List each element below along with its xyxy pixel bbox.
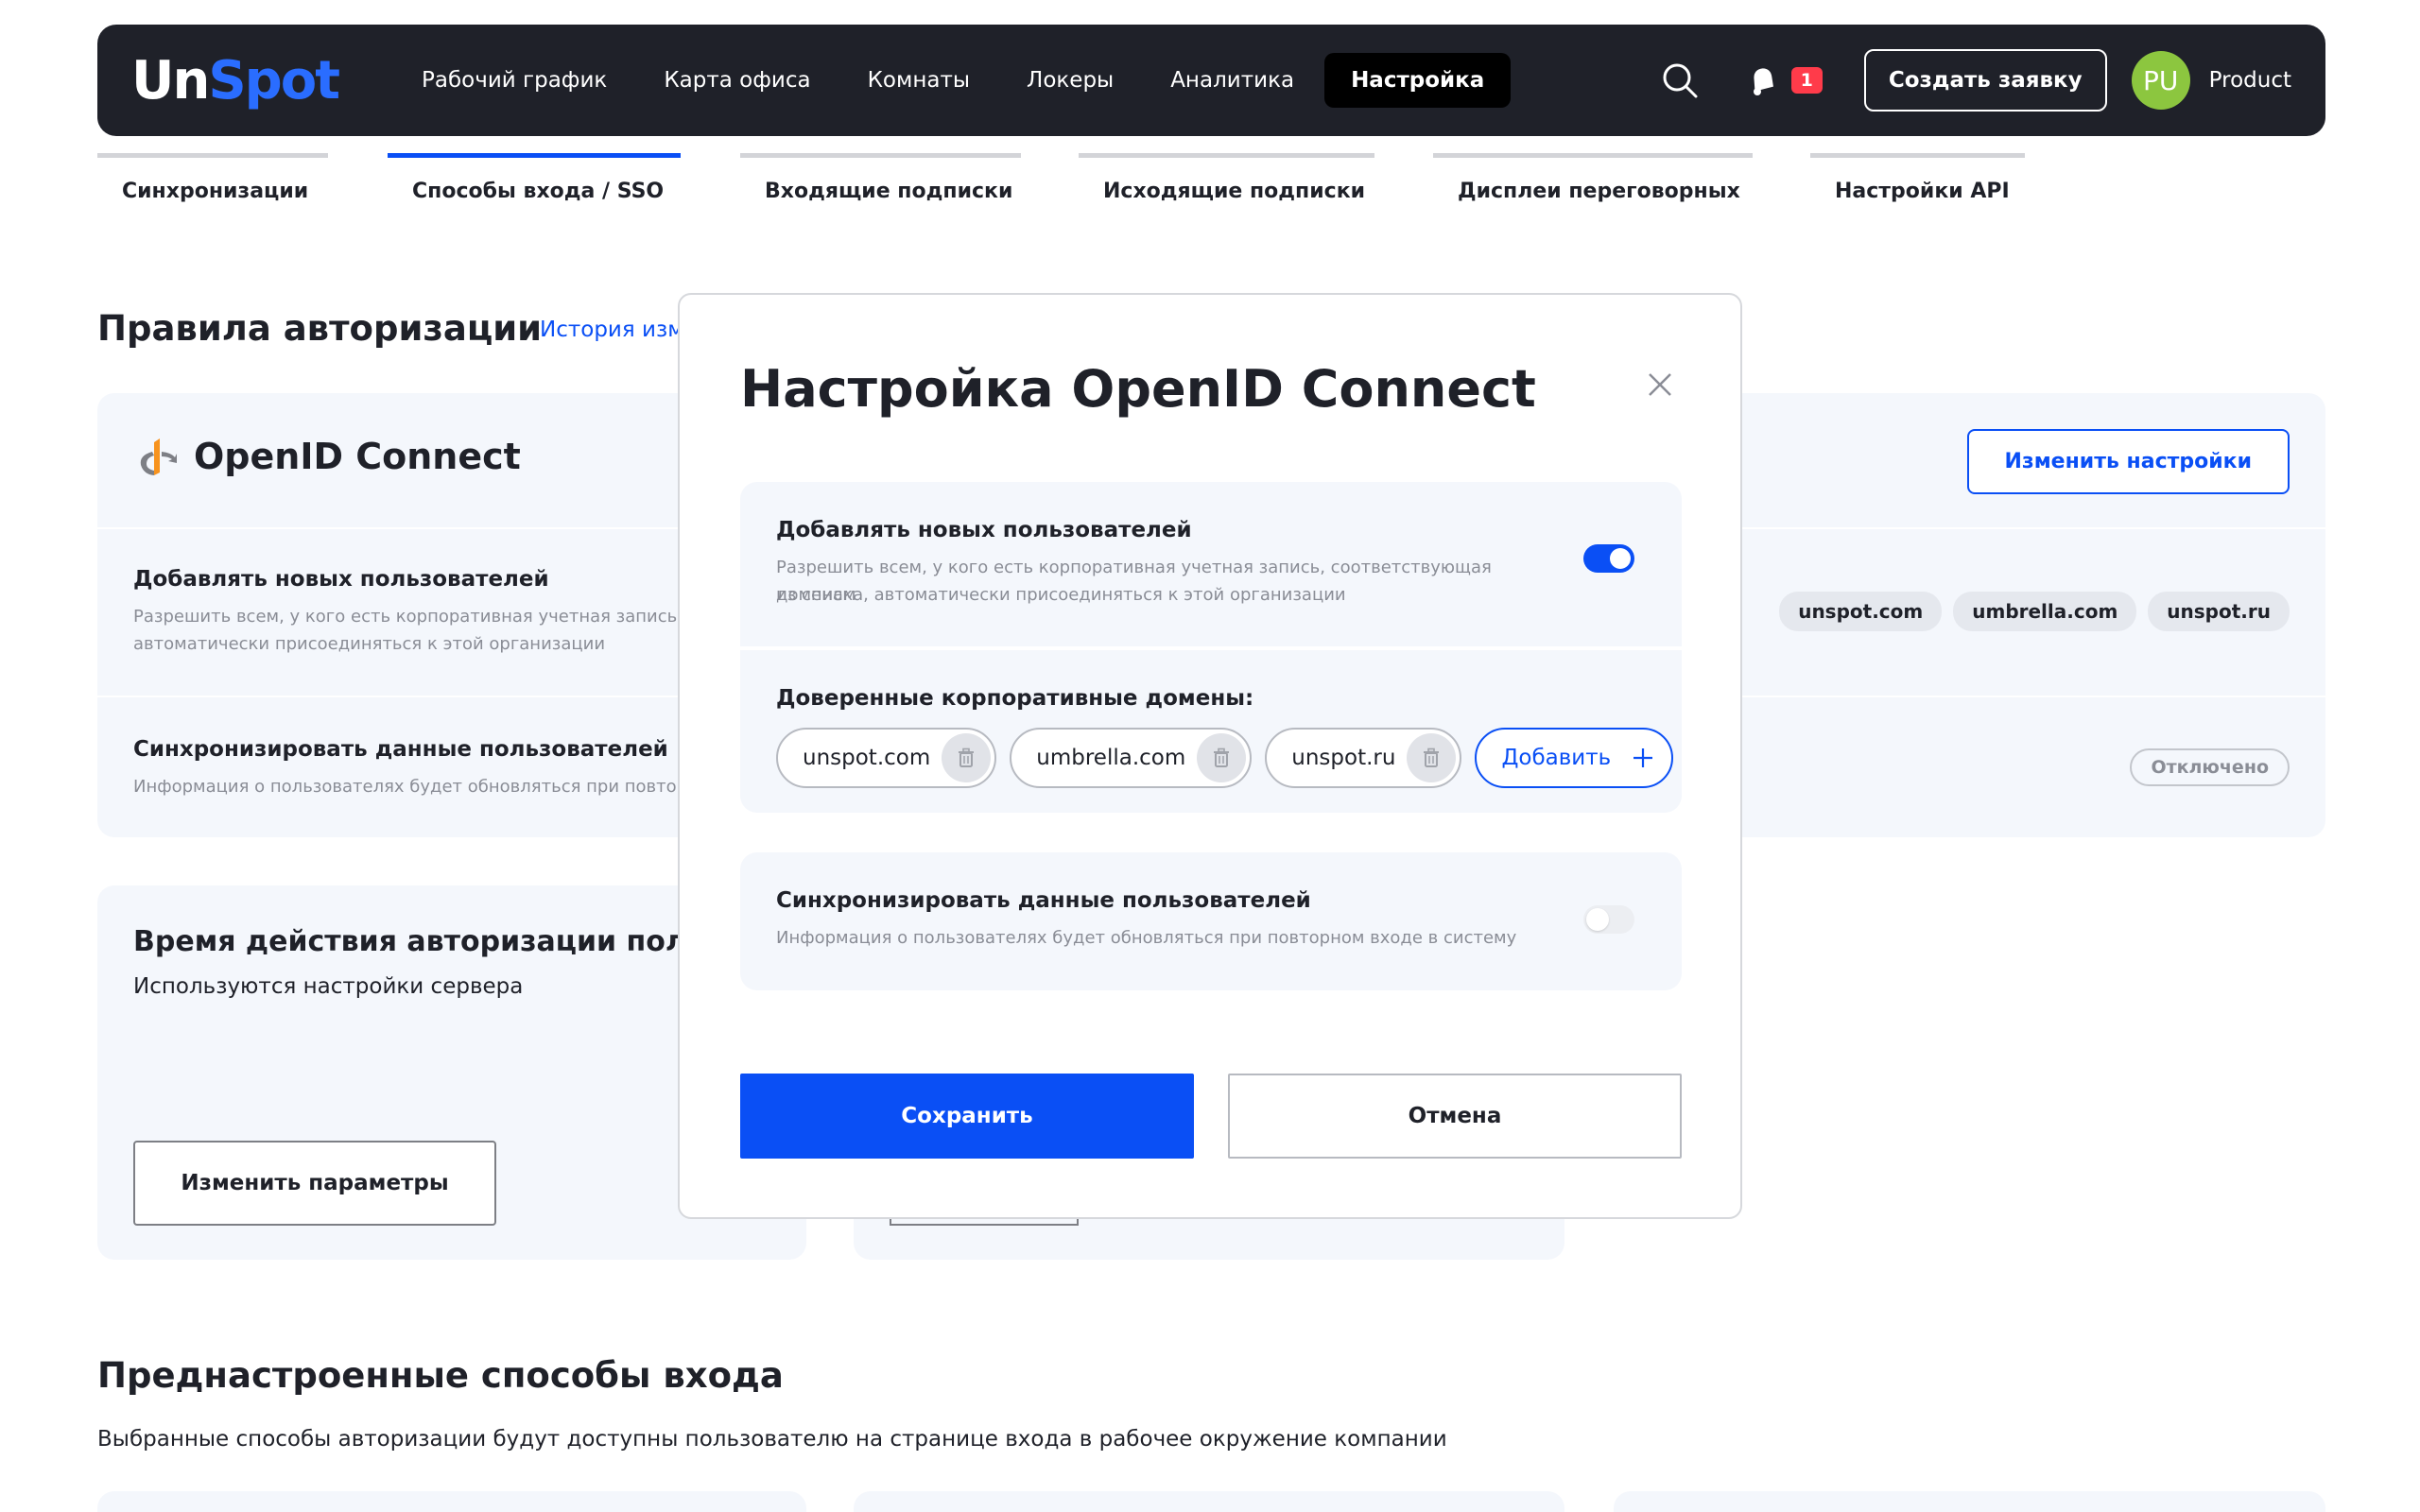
cancel-button[interactable]: Отмена <box>1228 1074 1682 1159</box>
trusted-domains-section: Доверенные корпоративные домены: unspot.… <box>740 650 1682 813</box>
session-duration-subtitle: Используются настройки сервера <box>133 974 524 999</box>
tab-label: Исходящие подписки <box>1103 180 1366 203</box>
delete-domain-button[interactable] <box>1407 733 1457 782</box>
tab-outgoing-subscriptions[interactable]: Исходящие подписки <box>1079 153 1374 203</box>
search-icon[interactable] <box>1659 60 1701 101</box>
add-users-toggle[interactable] <box>1583 544 1634 573</box>
sync-desc: Информация о пользователях будет обновля… <box>776 928 1517 948</box>
header-actions: 1 Создать заявку PU Product <box>1659 49 2291 112</box>
save-button[interactable]: Сохранить <box>740 1074 1194 1159</box>
status-badge: Отключено <box>2130 748 2290 786</box>
nav-settings[interactable]: Настройка <box>1324 53 1512 108</box>
domain-chip: unspot.ru <box>1265 728 1462 788</box>
add-users-title: Добавлять новых пользователей <box>776 518 1192 542</box>
domain-chip: umbrella.com <box>1010 728 1253 788</box>
openid-card-header: OpenID Connect <box>135 435 521 478</box>
domain-chip: unspot.com <box>776 728 997 788</box>
sync-users-toggle[interactable] <box>1583 905 1634 934</box>
nav-rooms[interactable]: Комнаты <box>841 53 996 108</box>
change-params-button[interactable]: Изменить параметры <box>133 1141 496 1226</box>
domain-chip: unspot.com <box>1779 592 1943 631</box>
unspot-logo[interactable]: UnSpot <box>131 50 340 112</box>
tab-label: Входящие подписки <box>765 180 1013 203</box>
trusted-domains-list: unspot.com umbrella.com unspot.ru Добави… <box>776 728 1674 788</box>
delete-domain-button[interactable] <box>1197 733 1247 782</box>
preset-methods-subtitle: Выбранные способы авторизации будут дост… <box>97 1427 1447 1452</box>
tab-label: Способы входа / SSO <box>412 180 665 203</box>
tab-label: Дисплеи переговорных <box>1458 180 1740 203</box>
add-users-title: Добавлять новых пользователей <box>133 567 549 592</box>
preset-methods-title: Преднастроенные способы входа <box>97 1355 784 1396</box>
avatar[interactable]: PU <box>2131 51 2190 110</box>
openid-logo-icon <box>140 438 177 475</box>
domain-chip: umbrella.com <box>1953 592 2137 631</box>
trash-icon <box>1424 747 1440 767</box>
close-icon[interactable] <box>1646 370 1674 399</box>
notification-badge: 1 <box>1790 67 1823 94</box>
create-request-button[interactable]: Создать заявку <box>1863 49 2107 112</box>
modal-title: Настройка OpenID Connect <box>740 359 1536 419</box>
preset-card[interactable] <box>854 1491 1564 1512</box>
tab-incoming-subscriptions[interactable]: Входящие подписки <box>740 153 1021 203</box>
tab-room-displays[interactable]: Дисплеи переговорных <box>1433 153 1753 203</box>
add-users-desc-1: Разрешить всем, у кого есть корпоративна… <box>133 607 718 627</box>
change-settings-button[interactable]: Изменить настройки <box>1966 429 2290 494</box>
domain-chips: unspot.com umbrella.com unspot.ru <box>1779 592 2290 631</box>
sync-users-section: Синхронизировать данные пользователей Ин… <box>740 852 1682 990</box>
preset-card[interactable] <box>1614 1491 2325 1512</box>
top-header: UnSpot Рабочий график Карта офиса Комнат… <box>97 25 2325 136</box>
domain-chip: unspot.ru <box>2148 592 2290 631</box>
add-users-desc-2: автоматически присоединяться к этой орга… <box>133 634 606 654</box>
openid-card-title: OpenID Connect <box>194 436 521 477</box>
add-domain-label: Добавить <box>1501 746 1612 770</box>
sync-desc: Информация о пользователях будет обновля… <box>133 777 709 797</box>
nav-analytics[interactable]: Аналитика <box>1144 53 1321 108</box>
tab-sync[interactable]: Синхронизации <box>97 153 328 203</box>
user-name[interactable]: Product <box>2209 68 2291 93</box>
add-users-section: Добавлять новых пользователей Разрешить … <box>740 482 1682 646</box>
tab-label: Синхронизации <box>122 180 309 203</box>
tab-label: Настройки API <box>1835 180 2010 203</box>
tab-sso[interactable]: Способы входа / SSO <box>388 153 681 203</box>
main-nav: Рабочий график Карта офиса Комнаты Локер… <box>395 53 1512 108</box>
nav-work-schedule[interactable]: Рабочий график <box>395 53 633 108</box>
auth-rules-title: Правила авторизации <box>97 308 543 349</box>
tab-api-settings[interactable]: Настройки API <box>1810 153 2025 203</box>
sync-title: Синхронизировать данные пользователей <box>133 737 668 762</box>
notification-icon[interactable] <box>1744 61 1782 99</box>
domain-chip-label: unspot.ru <box>1291 746 1396 770</box>
toggle-knob <box>1610 548 1631 569</box>
trash-icon <box>1214 747 1230 767</box>
trash-icon <box>959 747 975 767</box>
trusted-domains-title: Доверенные корпоративные домены: <box>776 686 1254 711</box>
domain-chip-label: unspot.com <box>803 746 931 770</box>
openid-settings-modal: Настройка OpenID Connect Добавлять новых… <box>678 293 1742 1219</box>
nav-lockers[interactable]: Локеры <box>1000 53 1140 108</box>
toggle-knob <box>1586 908 1609 931</box>
delete-domain-button[interactable] <box>942 733 992 782</box>
history-link[interactable]: История изм <box>540 318 684 342</box>
settings-tabs: Синхронизации Способы входа / SSO Входящ… <box>97 153 2325 219</box>
nav-office-map[interactable]: Карта офиса <box>637 53 837 108</box>
domain-chip-label: umbrella.com <box>1036 746 1186 770</box>
add-users-desc-2: из списка, автоматически присоединяться … <box>776 585 1346 605</box>
plus-icon <box>1618 733 1668 782</box>
add-domain-button[interactable]: Добавить <box>1475 728 1674 788</box>
sync-title: Синхронизировать данные пользователей <box>776 888 1311 913</box>
preset-card[interactable] <box>97 1491 806 1512</box>
